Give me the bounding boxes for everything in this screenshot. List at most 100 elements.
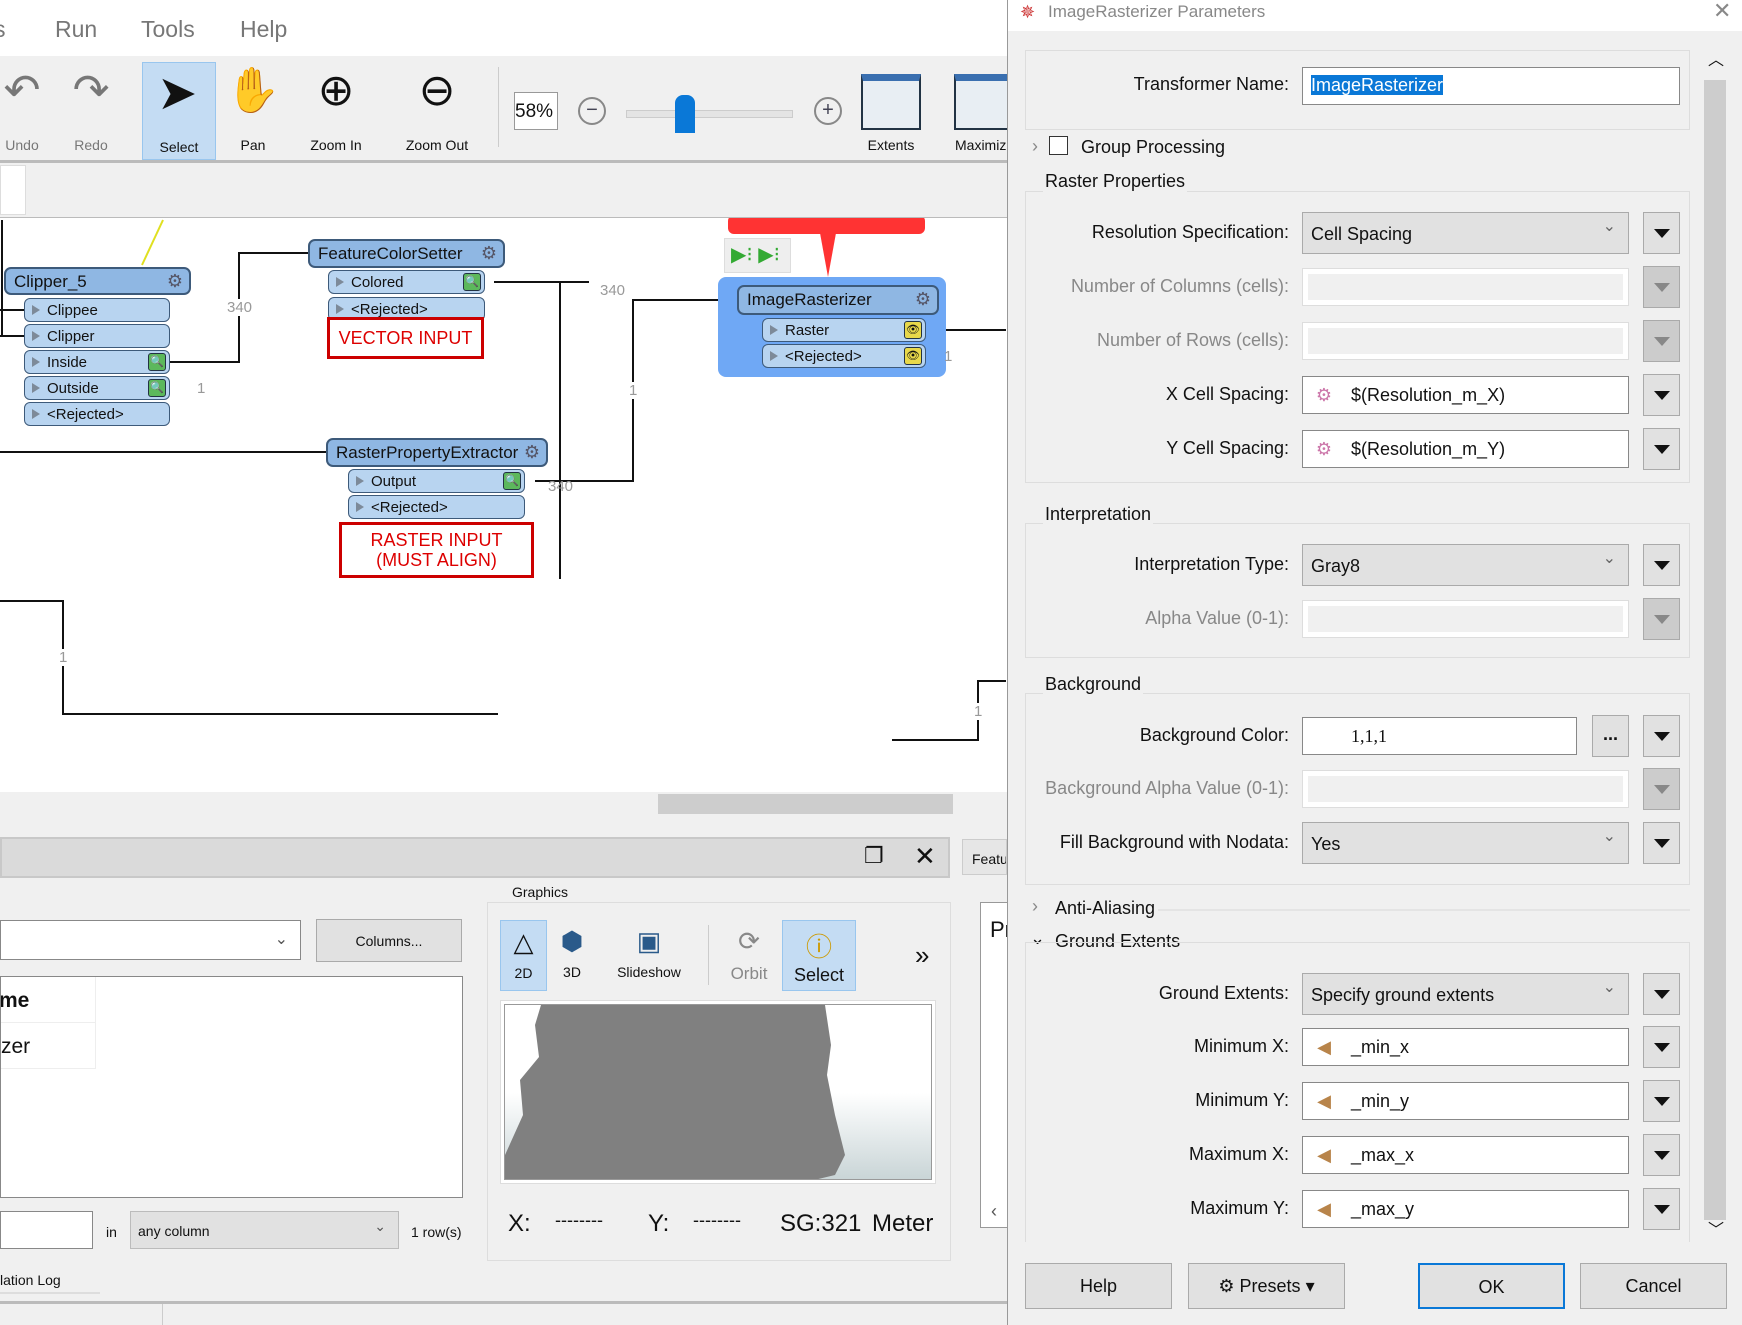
num-rows-menu-button[interactable] <box>1643 320 1680 362</box>
anti-aliasing-header[interactable]: Anti-Aliasing <box>1055 898 1155 919</box>
resolution-spec-select[interactable]: Cell Spacing <box>1302 212 1629 254</box>
zoom-in-button[interactable]: ⊕ Zoom In <box>291 57 381 157</box>
num-columns-input[interactable] <box>1302 268 1629 306</box>
num-columns-menu-button[interactable] <box>1643 266 1680 308</box>
y-cell-spacing-menu-button[interactable] <box>1643 428 1680 470</box>
background-alpha-menu-button[interactable] <box>1643 768 1680 810</box>
background-color-input[interactable]: 1,1,1 <box>1302 717 1577 755</box>
redo-button[interactable]: ↷ Redo <box>46 57 136 157</box>
inspect-icon[interactable]: 🔍 <box>463 273 481 291</box>
fill-nodata-menu-button[interactable] <box>1643 822 1680 864</box>
zoom-out-button[interactable]: ⊖ Zoom Out <box>392 57 482 157</box>
table-selector-dropdown[interactable]: ⌄ <box>0 920 301 960</box>
horizontal-scrollbar[interactable] <box>0 792 1007 815</box>
menu-run[interactable]: Run <box>55 16 97 43</box>
background-alpha-input[interactable] <box>1302 770 1629 808</box>
background-color-menu-button[interactable] <box>1643 715 1680 757</box>
zoom-level-field[interactable]: 58% <box>514 92 558 130</box>
pan-button[interactable]: ✋ Pan <box>208 57 298 157</box>
inspect-icon[interactable]: 👁 <box>904 347 922 365</box>
port-inside[interactable]: Inside 🔍 <box>24 350 170 374</box>
port-clipper[interactable]: Clipper <box>24 324 170 348</box>
table-header-cell[interactable]: me <box>1 977 96 1023</box>
inspect-icon[interactable]: 🔍 <box>503 472 521 490</box>
zoom-slider[interactable] <box>626 110 793 118</box>
max-y-menu-button[interactable] <box>1643 1188 1680 1230</box>
gear-icon[interactable]: ⚙ <box>915 289 931 310</box>
ground-extents-select[interactable]: Specify ground extents <box>1302 973 1629 1015</box>
max-x-menu-button[interactable] <box>1643 1134 1680 1176</box>
gear-icon[interactable]: ⚙ <box>524 442 540 463</box>
max-x-input[interactable]: ◀ _max_x <box>1302 1136 1629 1174</box>
slideshow-button[interactable]: ▣ Slideshow <box>612 920 686 991</box>
more-tools-icon[interactable]: » <box>915 940 929 971</box>
scroll-down-icon[interactable]: ﹀ <box>1708 1216 1724 1240</box>
port-rejected[interactable]: <Rejected> 👁 <box>762 344 926 368</box>
view-2d-button[interactable]: △ 2D <box>500 920 547 991</box>
search-input[interactable] <box>0 1211 93 1249</box>
run-from-here-icons[interactable]: ▶⁝ ▶⁝ <box>724 238 791 273</box>
gear-icon[interactable]: ⚙ <box>167 271 183 292</box>
zoom-slider-thumb[interactable] <box>675 95 695 133</box>
table-cell[interactable]: zer <box>1 1023 96 1069</box>
canvas-tab[interactable] <box>0 165 26 215</box>
alpha-value-menu-button[interactable] <box>1643 598 1680 640</box>
scrollbar-thumb[interactable] <box>1704 80 1726 1220</box>
resolution-spec-menu-button[interactable] <box>1643 212 1680 254</box>
port-output[interactable]: Output 🔍 <box>348 469 525 493</box>
extents-button[interactable]: Extents <box>846 57 936 157</box>
transformer-featurecolorsetter[interactable]: FeatureColorSetter ⚙ <box>308 239 505 268</box>
zoom-minus-icon[interactable]: − <box>578 97 606 125</box>
ok-button[interactable]: OK <box>1418 1263 1565 1309</box>
menu-help[interactable]: Help <box>240 16 287 43</box>
interpretation-type-menu-button[interactable] <box>1643 544 1680 586</box>
scroll-up-icon[interactable]: ︿ <box>1708 46 1724 70</box>
search-scope-dropdown[interactable]: any column ⌄ <box>130 1211 399 1249</box>
ground-extents-menu-button[interactable] <box>1643 973 1680 1015</box>
color-picker-button[interactable]: ... <box>1592 715 1629 757</box>
min-x-menu-button[interactable] <box>1643 1026 1680 1068</box>
chevron-right-icon[interactable]: › <box>1032 896 1038 917</box>
cancel-button[interactable]: Cancel <box>1580 1263 1727 1309</box>
fill-nodata-select[interactable]: Yes <box>1302 822 1629 864</box>
transformer-clipper[interactable]: Clipper_5 ⚙ <box>4 267 191 295</box>
orbit-button[interactable]: ⟳ Orbit <box>724 920 774 991</box>
columns-button[interactable]: Columns... <box>316 919 462 962</box>
select-button[interactable]: ➤ Select <box>142 62 216 160</box>
min-y-menu-button[interactable] <box>1643 1080 1680 1122</box>
select-tool-button[interactable]: ⓘ Select <box>782 920 856 991</box>
port-rejected[interactable]: <Rejected> <box>24 402 170 426</box>
min-x-input[interactable]: ◀ _min_x <box>1302 1028 1629 1066</box>
maximize-button[interactable]: Maximiz <box>950 57 1007 157</box>
zoom-plus-icon[interactable]: + <box>814 97 842 125</box>
scrollbar-thumb[interactable] <box>658 794 953 814</box>
transformer-name-input[interactable]: ImageRasterizer <box>1302 67 1680 105</box>
close-icon[interactable]: ✕ <box>1713 0 1731 24</box>
inspect-icon[interactable]: 👁 <box>904 321 922 339</box>
inspect-icon[interactable]: 🔍 <box>148 379 166 397</box>
max-y-input[interactable]: ◀ _max_y <box>1302 1190 1629 1228</box>
x-cell-spacing-menu-button[interactable] <box>1643 374 1680 416</box>
vertical-scrollbar[interactable]: ︿ ﹀ <box>1704 46 1726 1239</box>
menu-tools[interactable]: Tools <box>141 16 195 43</box>
alpha-value-input[interactable] <box>1302 600 1629 638</box>
y-cell-spacing-input[interactable]: ⚙ $(Resolution_m_Y) <box>1302 430 1629 468</box>
tab-translation-log[interactable]: lation Log <box>0 1272 100 1294</box>
x-cell-spacing-input[interactable]: ⚙ $(Resolution_m_X) <box>1302 376 1629 414</box>
port-colored[interactable]: Colored 🔍 <box>328 270 485 294</box>
chevron-right-icon[interactable]: › <box>1032 136 1038 157</box>
transformer-rasterpropertyextractor[interactable]: RasterPropertyExtractor ⚙ <box>326 438 548 467</box>
port-outside[interactable]: Outside 🔍 <box>24 376 170 400</box>
presets-button[interactable]: ⚙ Presets ▾ <box>1188 1263 1345 1309</box>
menu-item-partial[interactable]: s <box>0 16 6 43</box>
restore-icon[interactable]: ❐ <box>864 843 884 869</box>
port-raster[interactable]: Raster 👁 <box>762 318 926 342</box>
chevron-left-icon[interactable]: ‹ <box>991 1201 997 1222</box>
num-rows-input[interactable] <box>1302 322 1629 360</box>
min-y-input[interactable]: ◀ _min_y <box>1302 1082 1629 1120</box>
gear-icon[interactable]: ⚙ <box>481 243 497 264</box>
tab-feature-info[interactable]: Featu <box>962 839 1007 875</box>
view-3d-button[interactable]: ⬢ 3D <box>555 920 589 991</box>
help-button[interactable]: Help <box>1025 1263 1172 1309</box>
close-icon[interactable]: ✕ <box>914 841 936 872</box>
